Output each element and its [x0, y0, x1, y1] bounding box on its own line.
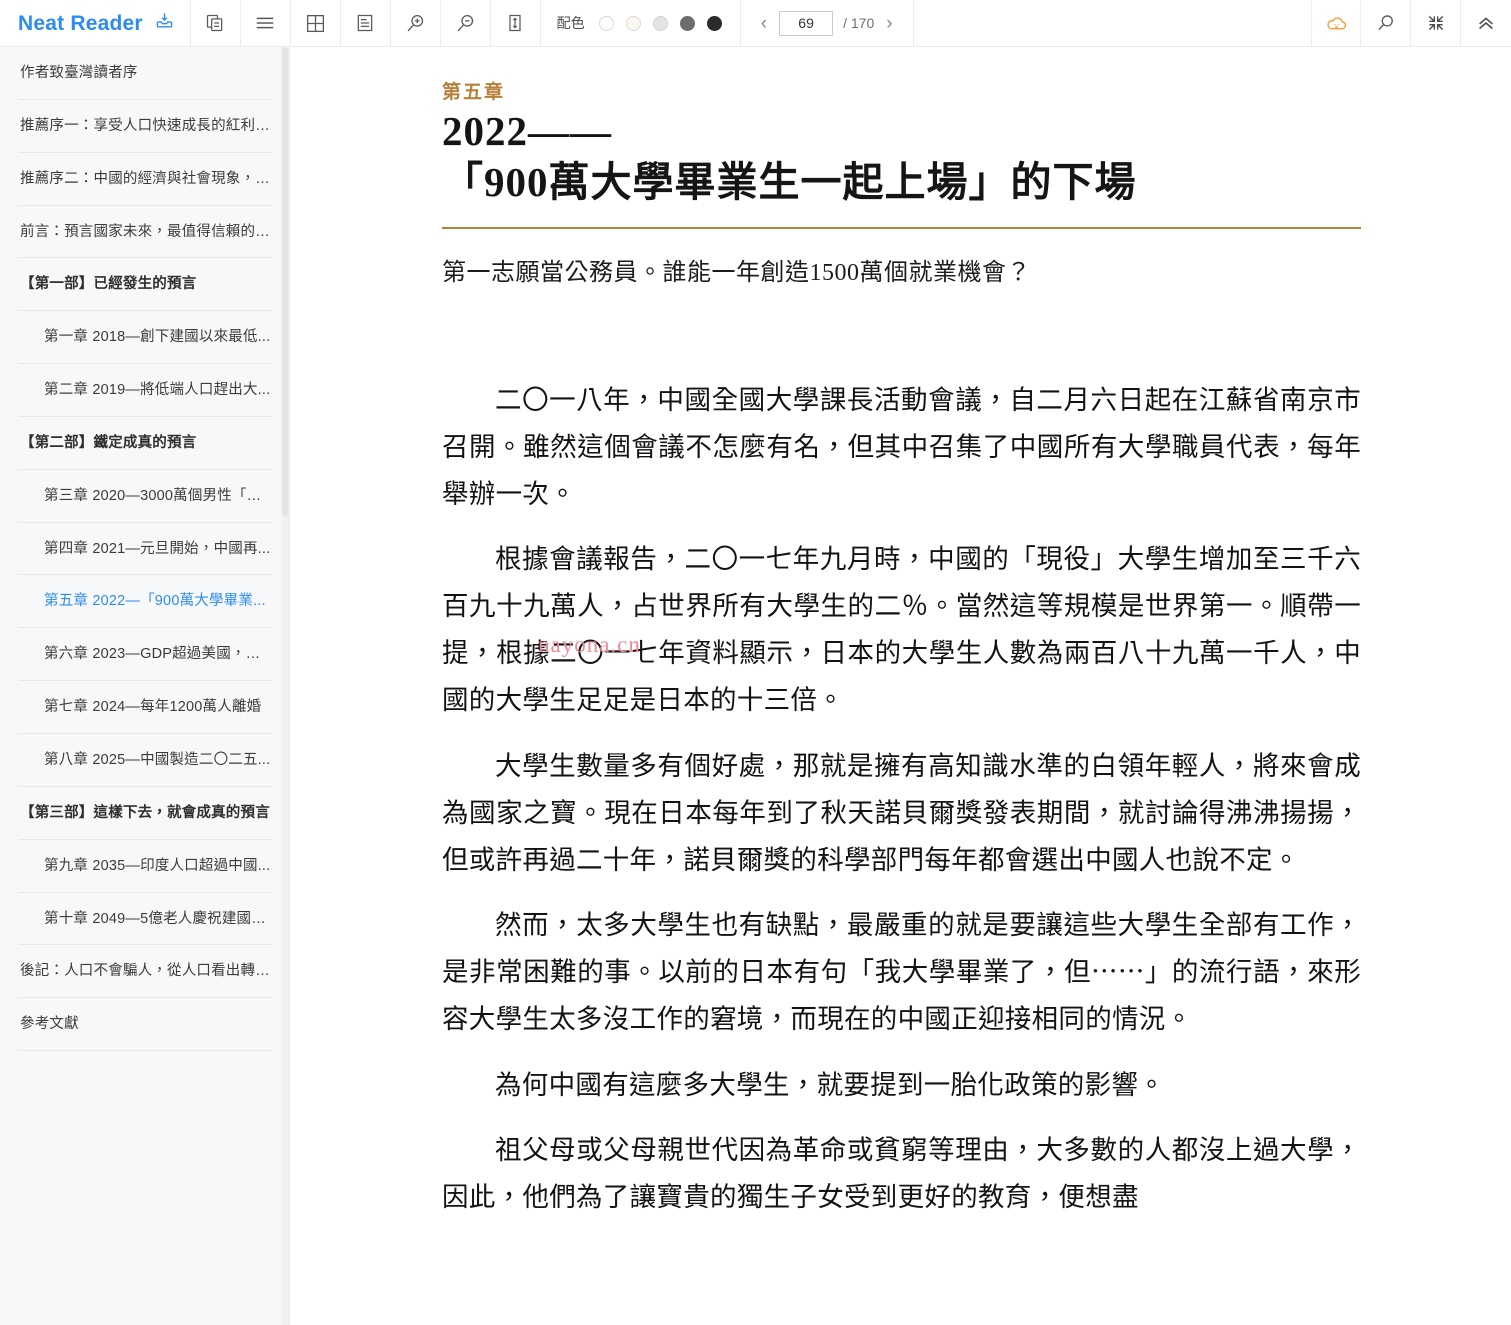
sidebar-item[interactable]: 第五章 2022—「900萬大學畢業... — [18, 575, 273, 629]
color-swatch-dark-gray[interactable] — [679, 15, 695, 31]
sidebar-item[interactable]: 第十章 2049—5億老人慶祝建國百年 — [18, 893, 273, 946]
brand-label: Neat Reader — [18, 11, 143, 35]
sidebar-item[interactable]: 前言：預言國家未來，最值得信賴的數據 — [18, 206, 273, 259]
reader-content: 第五章 2022—— 「900萬大學畢業生一起上場」的下場 第一志願當公務員。誰… — [290, 47, 1511, 1325]
grid-layout-icon[interactable] — [291, 0, 341, 46]
sidebar-item[interactable]: 參考文獻 — [18, 998, 273, 1052]
sidebar-item[interactable]: 作者致臺灣讀者序 — [18, 47, 273, 100]
toc-list: 作者致臺灣讀者序 推薦序一：享受人口快速成長的紅利，... 推薦序二：中國的經濟與社… — [0, 47, 289, 1052]
body-paragraph: 根據會議報告，二〇一七年九月時，中國的「現役」大學生增加至三千六百九十九萬人，占… — [442, 543, 1361, 716]
sidebar-item[interactable]: 第二章 2019—將低端人口趕出大... — [18, 364, 273, 417]
pagination: ‹ / 170 › — [741, 0, 914, 46]
chapter-label: 第五章 — [442, 82, 506, 103]
shrink-icon[interactable] — [1411, 0, 1461, 46]
chapter-title-line-1: 2022—— — [442, 108, 612, 154]
sidebar-item[interactable]: 第六章 2023—GDP超過美國，沒... — [18, 628, 273, 682]
body-paragraph: 為何中國有這麼多大學生，就要提到一胎化政策的影響。 — [495, 1069, 1165, 1100]
title-divider — [442, 226, 1361, 229]
sidebar-item[interactable]: 第七章 2024—每年1200萬人離婚 — [18, 681, 273, 734]
sidebar-item[interactable]: 第三章 2020—3000萬個男性「結... — [18, 470, 273, 523]
sidebar-toc: 作者致臺灣讀者序 推薦序一：享受人口快速成長的紅利，... 推薦序二：中國的經濟與社… — [0, 47, 290, 1325]
sidebar-item[interactable]: 後記：人口不會騙人，從人口看出轉機... — [18, 945, 273, 999]
menu-icon[interactable] — [241, 0, 291, 46]
color-swatch-black[interactable] — [706, 15, 722, 31]
toolbar-right-group — [1311, 0, 1511, 46]
sidebar-item[interactable]: 推薦序一：享受人口快速成長的紅利，... — [18, 100, 273, 153]
book-page: 第五章 2022—— 「900萬大學畢業生一起上場」的下場 第一志願當公務員。誰… — [290, 47, 1511, 1221]
prev-page-button[interactable]: ‹ — [759, 14, 769, 33]
sidebar-item[interactable]: 第八章 2025—中國製造二〇二五... — [18, 734, 273, 787]
main-area: 作者致臺灣讀者序 推薦序一：享受人口快速成長的紅利，... 推薦序二：中國的經濟與社… — [0, 47, 1511, 1325]
chapter-subtitle: 第一志願當公務員。誰能一年創造1500萬個就業機會？ — [442, 259, 1031, 286]
sidebar-item[interactable]: 第一章 2018—創下建國以來最低... — [18, 311, 273, 365]
color-theme-group: 配色 — [541, 0, 741, 46]
line-height-icon[interactable] — [491, 0, 541, 46]
notes-icon[interactable] — [341, 0, 391, 46]
page-number-input[interactable] — [779, 10, 834, 36]
body-paragraph: 祖父母或父母親世代因為革命或貧窮等理由，大多數的人都沒上過大學，因此，他們為了讓… — [442, 1134, 1361, 1212]
brand[interactable]: Neat Reader — [0, 0, 191, 46]
color-swatch-light-gray[interactable] — [652, 15, 668, 31]
zoom-in-icon[interactable] — [391, 0, 441, 46]
sidebar-item[interactable]: 【第三部】這樣下去，就會成真的預言 — [18, 787, 273, 840]
sidebar-scrollbar[interactable] — [281, 47, 289, 1325]
color-theme-label: 配色 — [556, 15, 585, 31]
sidebar-item[interactable]: 【第一部】已經發生的預言 — [18, 258, 273, 312]
neat-reader-app: Neat Reader 配色 ‹ 69 / 170 › 作者致臺灣讀者序 推薦序… — [0, 0, 1511, 1325]
copy-icon[interactable] — [191, 0, 241, 46]
page-title: 2022—— 「900萬大學畢業生一起上場」的下場 — [442, 106, 1361, 209]
sidebar-scrollbar-thumb[interactable] — [282, 47, 288, 517]
color-swatch-white[interactable] — [598, 15, 614, 31]
body-paragraph: 二〇一八年，中國全國大學課長活動會議，自二月六日起在江蘇省南京市召開。雖然這個會… — [442, 384, 1361, 509]
color-swatch-cream[interactable] — [625, 15, 641, 31]
zoom-out-icon[interactable] — [441, 0, 491, 46]
body-paragraph: 大學生數量多有個好處，那就是擁有高知識水準的白領年輕人，將來會成為國家之寶。現在… — [442, 750, 1361, 875]
save-to-library-icon[interactable] — [155, 11, 174, 35]
sidebar-item[interactable]: 第九章 2035—印度人口超過中國... — [18, 840, 273, 893]
sidebar-item[interactable]: 第四章 2021—元旦開始，中國再... — [18, 523, 273, 576]
next-page-button[interactable]: › — [884, 14, 894, 33]
sidebar-item[interactable]: 【第二部】鐵定成真的預言 — [18, 417, 273, 470]
chapter-title-line-2: 「900萬大學畢業生一起上場」的下場 — [442, 159, 1137, 206]
search-icon[interactable] — [1361, 0, 1411, 46]
body-paragraph: 然而，太多大學生也有缺點，最嚴重的就是要讓這些大學生全部有工作，是非常困難的事。… — [442, 910, 1361, 1035]
chapter-body: 二〇一八年，中國全國大學課長活動會議，自二月六日起在江蘇省南京市召開。雖然這個會… — [442, 377, 1361, 1222]
sidebar-item[interactable]: 推薦序二：中國的經濟與社會現象，背... — [18, 153, 273, 206]
page-total-label: / 170 — [843, 15, 875, 31]
chevron-up-icon[interactable] — [1461, 0, 1511, 46]
cloud-icon[interactable] — [1311, 0, 1361, 46]
toolbar: Neat Reader 配色 ‹ 69 / 170 › — [0, 0, 1511, 47]
